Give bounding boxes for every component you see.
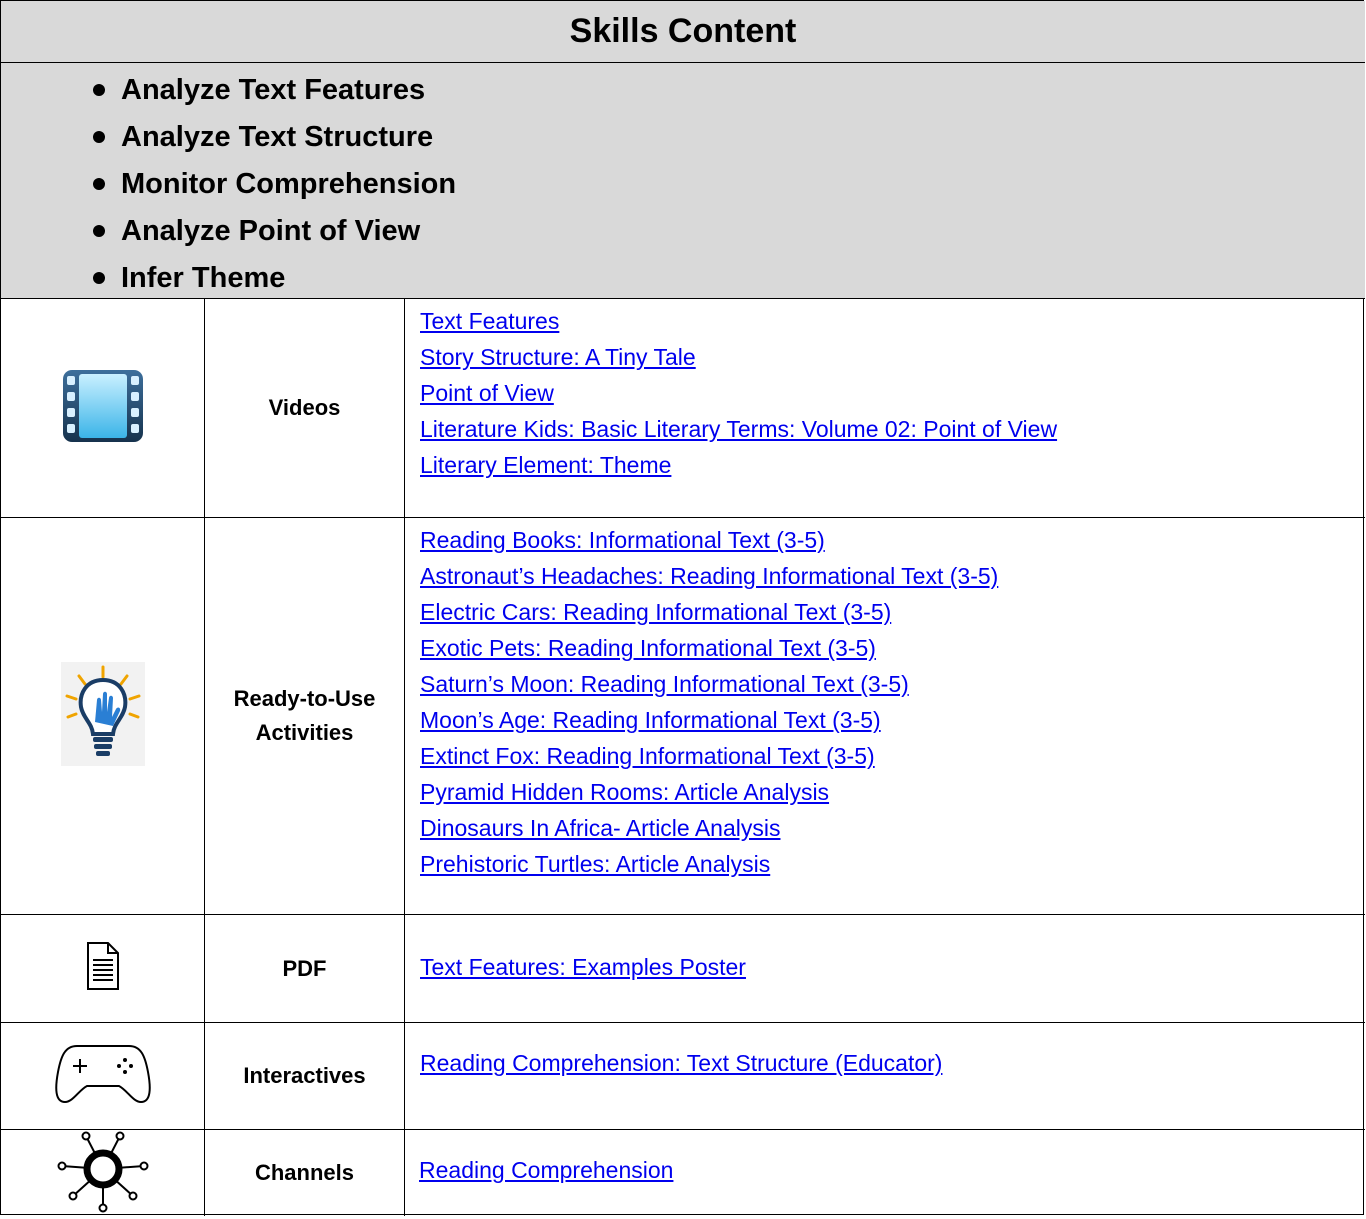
activities-label: Ready-to-Use Activities: [205, 518, 405, 914]
videos-links: Text Features Story Structure: A Tiny Ta…: [405, 299, 1365, 517]
pdf-links: Text Features: Examples Poster: [405, 915, 1365, 1022]
videos-icon-cell: [1, 299, 205, 517]
video-link[interactable]: Point of View: [420, 375, 554, 411]
pdf-icon-cell: [1, 915, 205, 1022]
channels-links: Reading Comprehension: [405, 1130, 1365, 1216]
channels-icon-cell: [1, 1130, 205, 1216]
content-table: Skills Content Analyze Text Features Ana…: [0, 0, 1365, 1216]
lightbulb-hand-icon: [60, 661, 145, 771]
activity-link[interactable]: Prehistoric Turtles: Article Analysis: [420, 846, 770, 882]
page-title: Skills Content: [569, 12, 797, 50]
bullet-icon: [93, 178, 105, 190]
interactives-links: Reading Comprehension: Text Structure (E…: [405, 1023, 1365, 1129]
document-icon: [86, 941, 120, 996]
activity-link[interactable]: Reading Books: Informational Text (3-5): [420, 522, 825, 558]
activity-link[interactable]: Electric Cars: Reading Informational Tex…: [420, 594, 891, 630]
activity-link[interactable]: Astronaut’s Headaches: Reading Informati…: [420, 558, 998, 594]
activities-row: Ready-to-Use Activities Reading Books: I…: [1, 518, 1365, 915]
bullet-icon: [93, 84, 105, 96]
bullet-icon: [93, 225, 105, 237]
gamepad-icon: [53, 1042, 153, 1111]
pdf-row: PDF Text Features: Examples Poster: [1, 915, 1365, 1023]
activity-link[interactable]: Exotic Pets: Reading Informational Text …: [420, 630, 876, 666]
activity-link[interactable]: Saturn’s Moon: Reading Informational Tex…: [420, 666, 909, 702]
pdf-link[interactable]: Text Features: Examples Poster: [420, 949, 746, 985]
channels-label: Channels: [205, 1130, 405, 1216]
video-link[interactable]: Literary Element: Theme: [420, 447, 671, 483]
interactives-row: Interactives Reading Comprehension: Text…: [1, 1023, 1365, 1130]
skills-list-section: Analyze Text Features Analyze Text Struc…: [1, 63, 1365, 299]
video-link[interactable]: Text Features: [420, 303, 559, 339]
activity-link[interactable]: Dinosaurs In Africa- Article Analysis: [420, 810, 780, 846]
pdf-label: PDF: [205, 915, 405, 1022]
activities-icon-cell: [1, 518, 205, 914]
activity-link[interactable]: Extinct Fox: Reading Informational Text …: [420, 738, 875, 774]
channels-row: Channels Reading Comprehension: [1, 1130, 1365, 1216]
network-hub-icon: [55, 1128, 151, 1219]
activity-link[interactable]: Moon’s Age: Reading Informational Text (…: [420, 702, 881, 738]
activities-links: Reading Books: Informational Text (3-5) …: [405, 518, 1365, 914]
video-link[interactable]: Story Structure: A Tiny Tale: [420, 339, 696, 375]
film-strip-icon: [61, 368, 145, 449]
videos-row: Videos Text Features Story Structure: A …: [1, 299, 1365, 518]
channel-link[interactable]: Reading Comprehension: [419, 1152, 673, 1188]
videos-label: Videos: [205, 299, 405, 517]
bullet-icon: [93, 131, 105, 143]
video-link[interactable]: Literature Kids: Basic Literary Terms: V…: [420, 411, 1057, 447]
interactives-icon-cell: [1, 1023, 205, 1129]
activity-link[interactable]: Pyramid Hidden Rooms: Article Analysis: [420, 774, 829, 810]
interactive-link[interactable]: Reading Comprehension: Text Structure (E…: [420, 1045, 942, 1081]
interactives-label: Interactives: [205, 1023, 405, 1129]
table-header: Skills Content: [1, 1, 1365, 63]
bullet-icon: [93, 272, 105, 284]
